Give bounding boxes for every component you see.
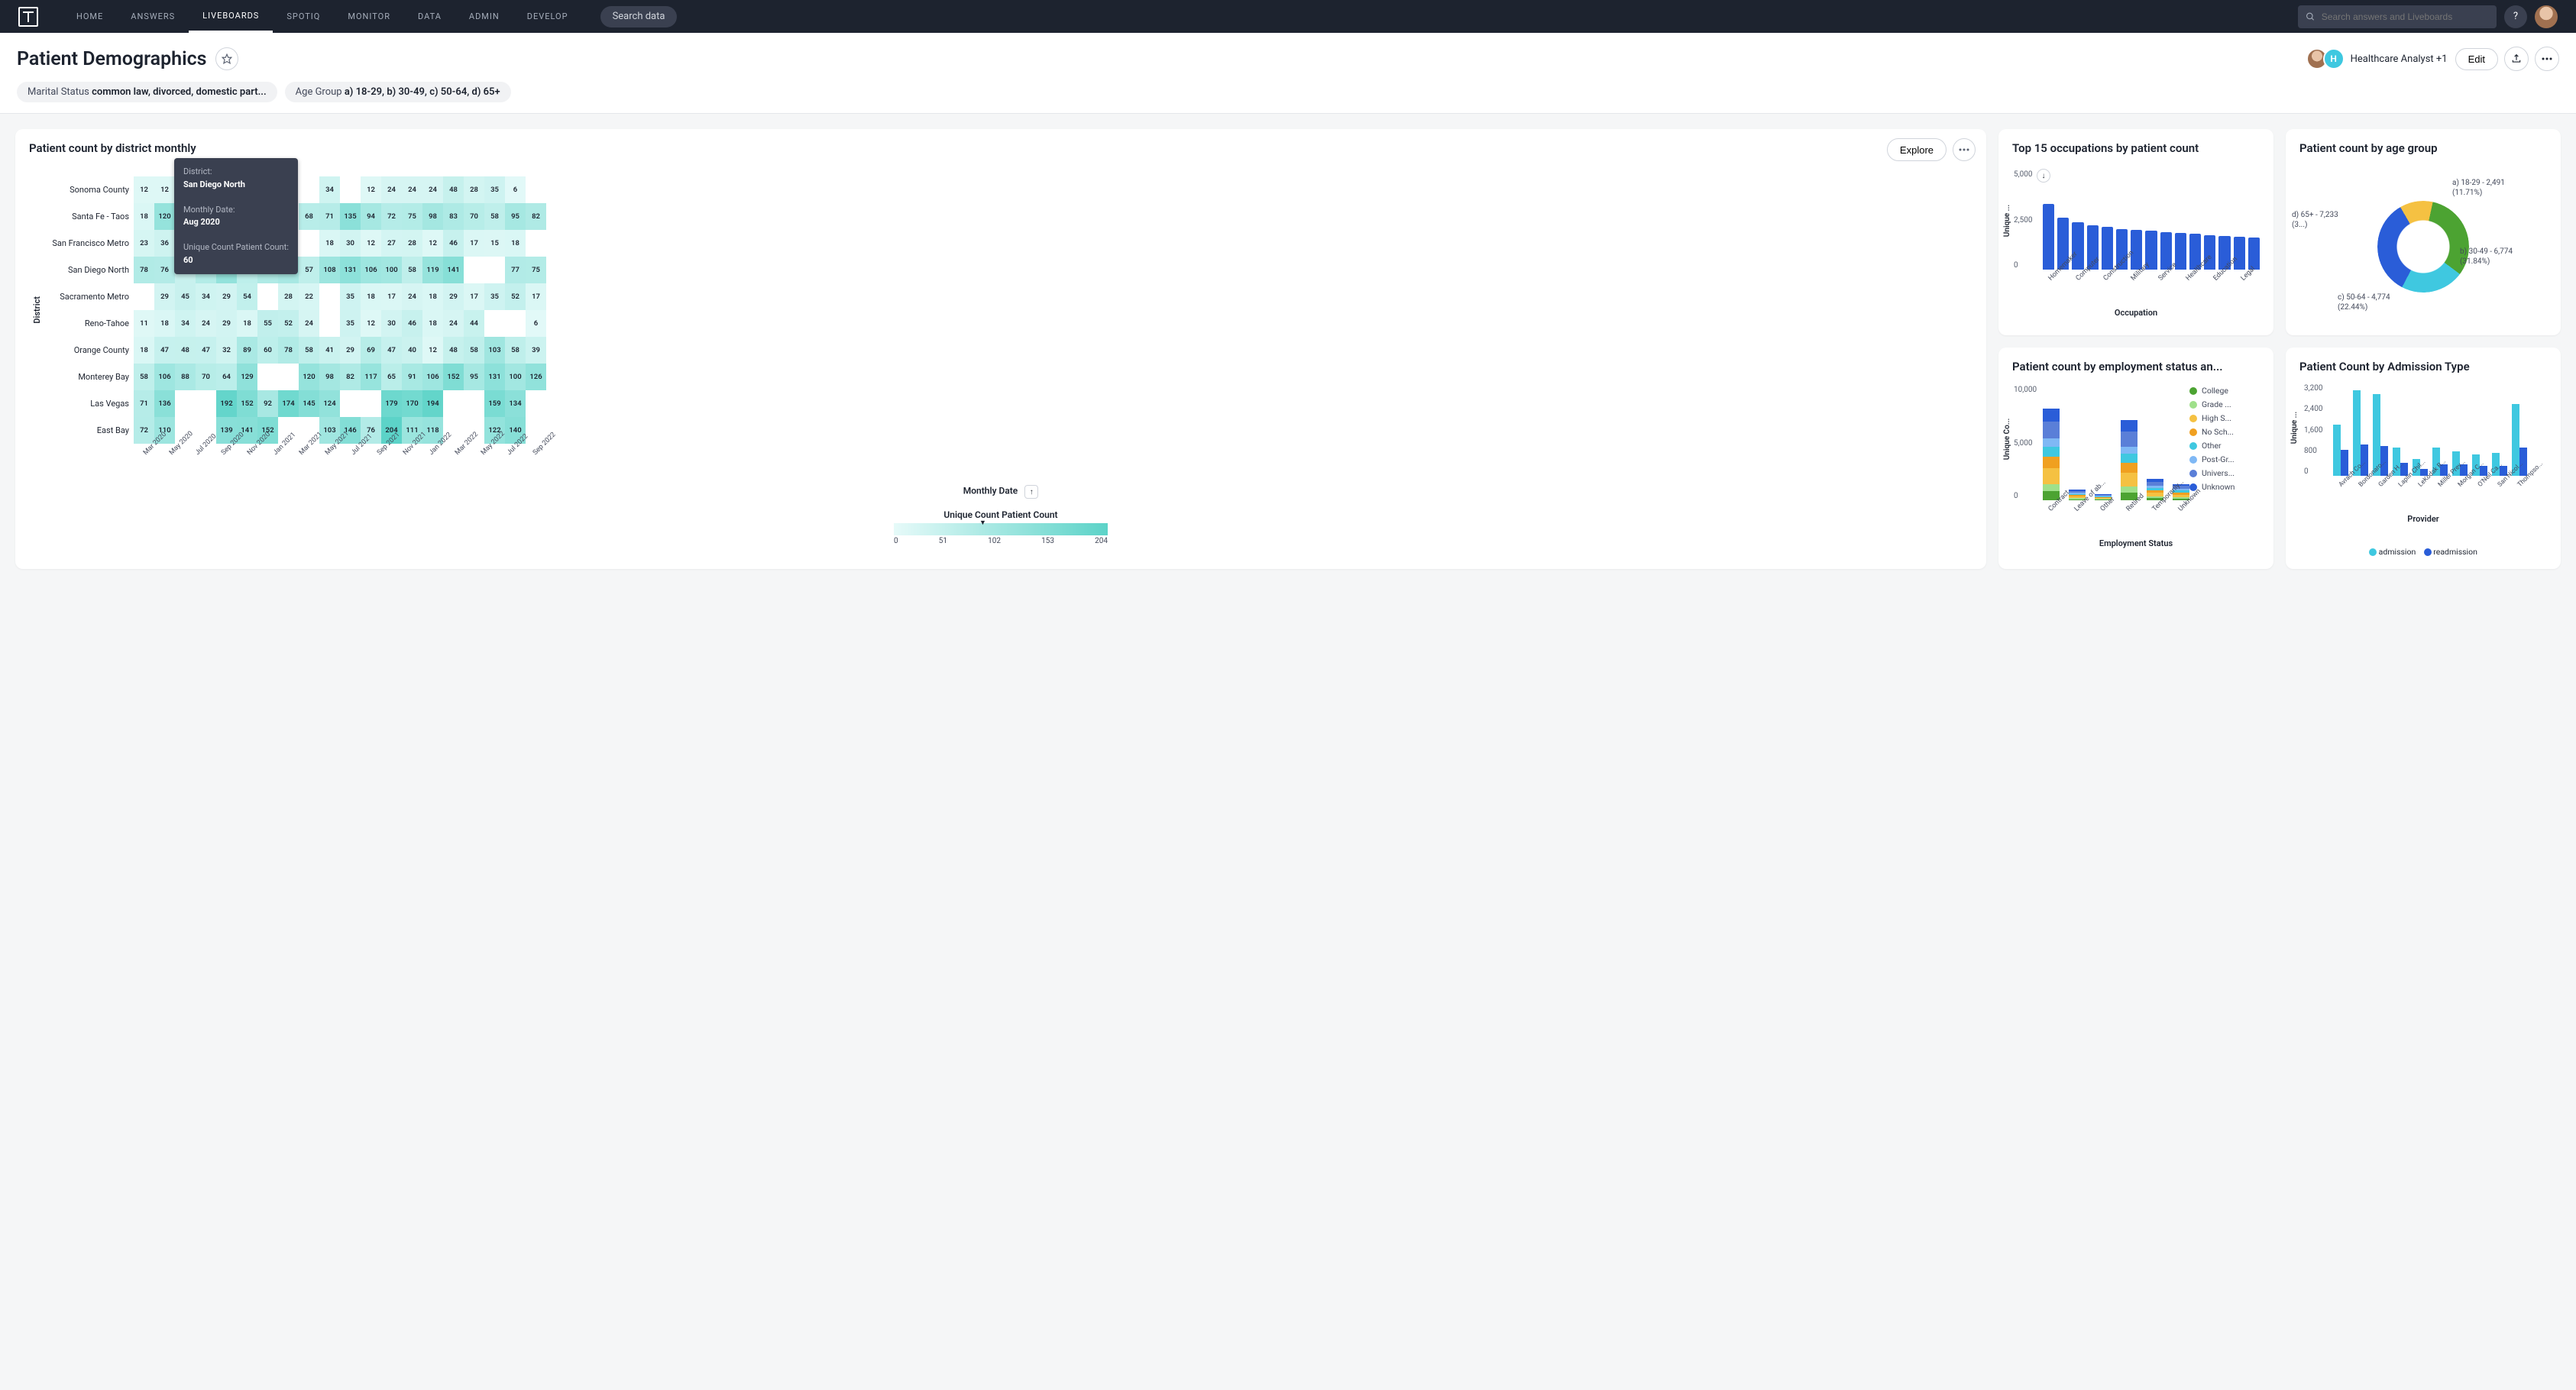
more-icon: [2542, 57, 2552, 60]
employment-x-ticks: ContractLeave of ab...OtherRetiredTempor…: [2043, 503, 2260, 517]
donut-slice-label: d) 65+ - 7,233(3...): [2292, 210, 2338, 230]
share-icon: [2511, 53, 2522, 64]
occupations-y-ticks: 5,0002,5000: [2014, 170, 2032, 270]
donut-slice-label: c) 50-64 - 4,774(22.44%): [2338, 293, 2390, 312]
card-title: Patient Count by Admission Type: [2299, 360, 2547, 373]
card-title: Patient count by age group: [2299, 141, 2547, 155]
favorite-button[interactable]: [215, 47, 238, 70]
more-icon: [1959, 148, 1969, 151]
explore-button[interactable]: Explore: [1887, 138, 1947, 161]
help-button[interactable]: ?: [2504, 5, 2527, 28]
page-title: Patient Demographics: [17, 48, 206, 70]
user-avatar[interactable]: [2535, 5, 2558, 28]
global-search-input[interactable]: [2322, 11, 2489, 22]
employment-legend: CollegeGrade ...High S...No Sch...OtherP…: [2189, 386, 2260, 500]
sort-ascending-icon[interactable]: ↑: [1024, 485, 1038, 499]
filter-chips: Marital Status common law, divorced, dom…: [17, 82, 2559, 102]
more-actions-button[interactable]: [2535, 47, 2559, 71]
page-header: Patient Demographics H Healthcare Analys…: [0, 33, 2576, 114]
card-title: Top 15 occupations by patient count: [2012, 141, 2260, 155]
donut-chart: a) 18-29 - 2,491(11.71%) b) 30-49 - 6,774…: [2299, 170, 2547, 323]
employment-y-axis-label: Unique Co...: [2003, 419, 2011, 461]
nav-item-data[interactable]: DATA: [404, 0, 455, 33]
employment-y-ticks: 10,0005,0000: [2014, 386, 2037, 500]
sort-descending-icon[interactable]: ↓: [2037, 169, 2050, 183]
card-admission: Patient Count by Admission Type Unique .…: [2286, 348, 2561, 569]
card-title: Patient count by employment status an...: [2012, 360, 2260, 373]
search-icon: [2306, 11, 2315, 22]
nav-item-monitor[interactable]: MONITOR: [334, 0, 404, 33]
occupations-y-axis-label: Unique ...: [2003, 205, 2011, 237]
global-search[interactable]: [2298, 5, 2497, 28]
top-nav: HOMEANSWERSLIVEBOARDSSPOTIQMONITORDATAAD…: [0, 0, 2576, 33]
collaborator-label: Healthcare Analyst +1: [2351, 53, 2448, 65]
nav-item-admin[interactable]: ADMIN: [455, 0, 513, 33]
heatmap-legend-bar: ▼: [894, 523, 1108, 535]
nav-item-spotiq[interactable]: SPOTIQ: [273, 0, 334, 33]
nav-item-develop[interactable]: DEVELOP: [513, 0, 582, 33]
filter-chip[interactable]: Age Group a) 18-29, b) 30-49, c) 50-64, …: [285, 82, 511, 102]
card-title: Patient count by district monthly: [29, 141, 1972, 155]
share-button[interactable]: [2504, 47, 2529, 71]
star-icon: [222, 53, 232, 64]
nav-item-liveboards[interactable]: LIVEBOARDS: [189, 0, 273, 33]
heatmap-tooltip: District: San Diego North Monthly Date: …: [174, 158, 298, 274]
content-grid: Patient count by district monthly Explor…: [0, 114, 2576, 584]
occupations-x-ticks: HomemakerComputerConstructionMilitarySer…: [2043, 273, 2260, 286]
admission-legend: admission readmission: [2299, 547, 2547, 557]
search-data-button[interactable]: Search data: [600, 6, 678, 27]
heatmap-y-ticks: Sonoma CountySanta Fe - TaosSan Francisc…: [42, 176, 134, 444]
collaborator-avatar-2[interactable]: H: [2323, 48, 2345, 70]
nav-item-home[interactable]: HOME: [63, 0, 117, 33]
heatmap-x-ticks: Mar 2020May 2020Jul 2020Sep 2020Nov 2020…: [134, 444, 1972, 462]
logo[interactable]: [18, 7, 38, 27]
donut-slice-label: a) 18-29 - 2,491(11.71%): [2452, 178, 2505, 198]
admission-x-ticks: Avrach Co...Bordonaro...Garden H...Lapli…: [2333, 479, 2547, 493]
card-occupations: Top 15 occupations by patient count Uniq…: [1998, 129, 2273, 335]
donut-slice-label: b) 30-49 - 6,774(31.84%): [2460, 247, 2513, 267]
employment-x-axis-label: Employment Status: [2012, 538, 2260, 548]
heatmap-y-axis-label: District: [29, 296, 42, 324]
admission-y-axis-label: Unique ...: [2290, 412, 2299, 444]
edit-button[interactable]: Edit: [2455, 48, 2498, 70]
occupations-x-axis-label: Occupation: [2012, 308, 2260, 318]
admission-x-axis-label: Provider: [2299, 514, 2547, 524]
card-employment: Patient count by employment status an...…: [1998, 348, 2273, 569]
employment-chart: 10,0005,0000: [2043, 386, 2189, 500]
card-more-button[interactable]: [1953, 138, 1976, 161]
card-heatmap: Patient count by district monthly Explor…: [15, 129, 1986, 569]
filter-chip[interactable]: Marital Status common law, divorced, dom…: [17, 82, 277, 102]
heatmap-legend-title: Unique Count Patient Count: [29, 509, 1972, 520]
admission-y-ticks: 3,2002,4001,6008000: [2304, 384, 2322, 476]
heatmap-legend-ticks: 051102153204: [894, 537, 1108, 545]
nav-item-answers[interactable]: ANSWERS: [117, 0, 189, 33]
heatmap-x-axis-label: Monthly Date ↑: [29, 485, 1972, 499]
card-age-group: Patient count by age group a) 18-29 - 2,…: [2286, 129, 2561, 335]
nav-items: HOMEANSWERSLIVEBOARDSSPOTIQMONITORDATAAD…: [63, 0, 582, 33]
